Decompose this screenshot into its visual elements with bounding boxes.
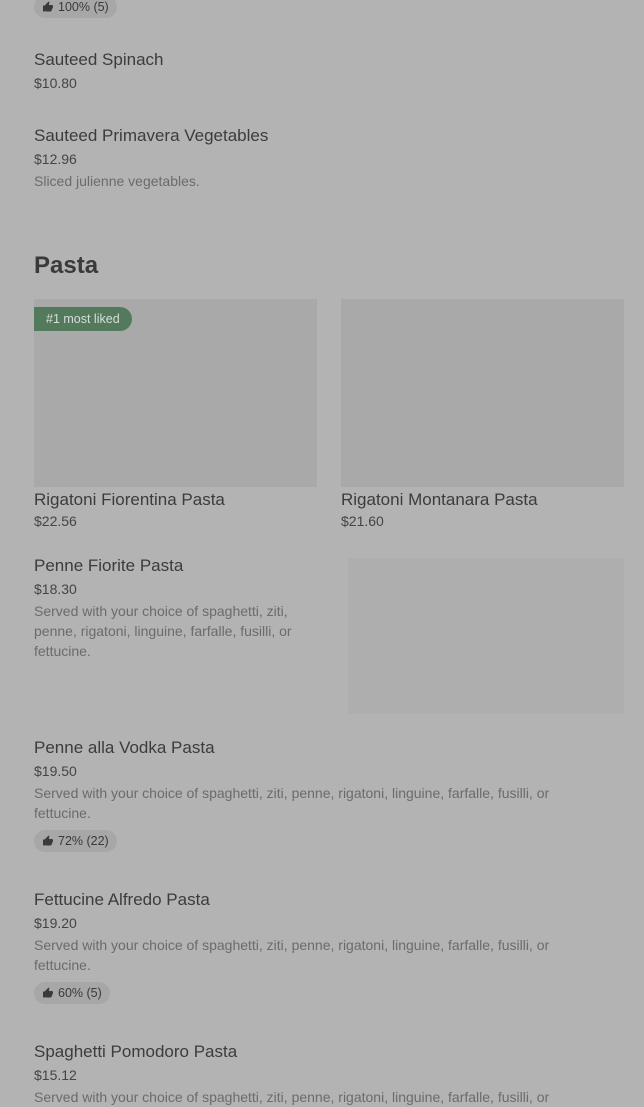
item-name: Penne alla Vodka Pasta [34, 738, 215, 757]
rating-value: 100% (5) [58, 0, 109, 14]
item-price: $12.96 [34, 151, 77, 167]
item-image [348, 558, 624, 714]
item-name: Rigatoni Fiorentina Pasta [34, 490, 225, 509]
rating-value: 60% (5) [58, 986, 102, 1000]
rating-pill: 100% (5) [34, 0, 117, 18]
item-description: Served with your choice of spaghetti, zi… [34, 603, 292, 659]
section-title: Pasta [34, 252, 99, 279]
menu-item[interactable]: Sauteed Spinach $10.80 [34, 50, 614, 91]
item-name: Penne Fiorite Pasta [34, 556, 184, 575]
item-price: $21.60 [341, 513, 384, 529]
item-price: $19.50 [34, 763, 77, 779]
item-description: Served with your choice of spaghetti, zi… [34, 785, 550, 821]
menu-item[interactable]: Spaghetti Pomodoro Pasta $15.12 Served w… [34, 1042, 594, 1107]
item-name: Sauteed Primavera Vegetables [34, 126, 269, 145]
menu-item[interactable]: Penne Fiorite Pasta $18.30 Served with y… [34, 556, 324, 661]
item-image: #1 most liked [34, 299, 317, 487]
item-description: Sliced julienne vegetables. [34, 173, 200, 189]
item-price: $18.30 [34, 581, 77, 597]
thumbs-up-icon [43, 1, 53, 12]
item-name: Fettucine Alfredo Pasta [34, 890, 210, 909]
thumbs-up-icon [43, 835, 53, 846]
thumbs-up-icon [43, 987, 53, 998]
item-name: Sauteed Spinach [34, 50, 164, 69]
item-name: Rigatoni Montanara Pasta [341, 490, 538, 509]
menu-item[interactable]: Fettucine Alfredo Pasta $19.20 Served wi… [34, 890, 594, 1004]
item-name: Spaghetti Pomodoro Pasta [34, 1042, 238, 1061]
featured-item-card[interactable]: Rigatoni Montanara Pasta $21.60 [341, 299, 624, 529]
rating-pill: 72% (22) [34, 830, 117, 852]
item-description: Served with your choice of spaghetti, zi… [34, 937, 550, 973]
item-price: $10.80 [34, 75, 77, 91]
featured-item-card[interactable]: #1 most liked Rigatoni Fiorentina Pasta … [34, 299, 317, 529]
rating-pill: 60% (5) [34, 982, 110, 1004]
most-liked-badge: #1 most liked [34, 307, 132, 331]
rating-value: 72% (22) [58, 834, 109, 848]
item-price: $22.56 [34, 513, 77, 529]
item-description: Served with your choice of spaghetti, zi… [34, 1089, 550, 1105]
item-image [341, 299, 624, 487]
item-price: $15.12 [34, 1067, 77, 1083]
menu-item[interactable]: Sauteed Primavera Vegetables $12.96 Slic… [34, 126, 614, 191]
item-price: $19.20 [34, 915, 77, 931]
menu-item[interactable]: Penne alla Vodka Pasta $19.50 Served wit… [34, 738, 594, 852]
